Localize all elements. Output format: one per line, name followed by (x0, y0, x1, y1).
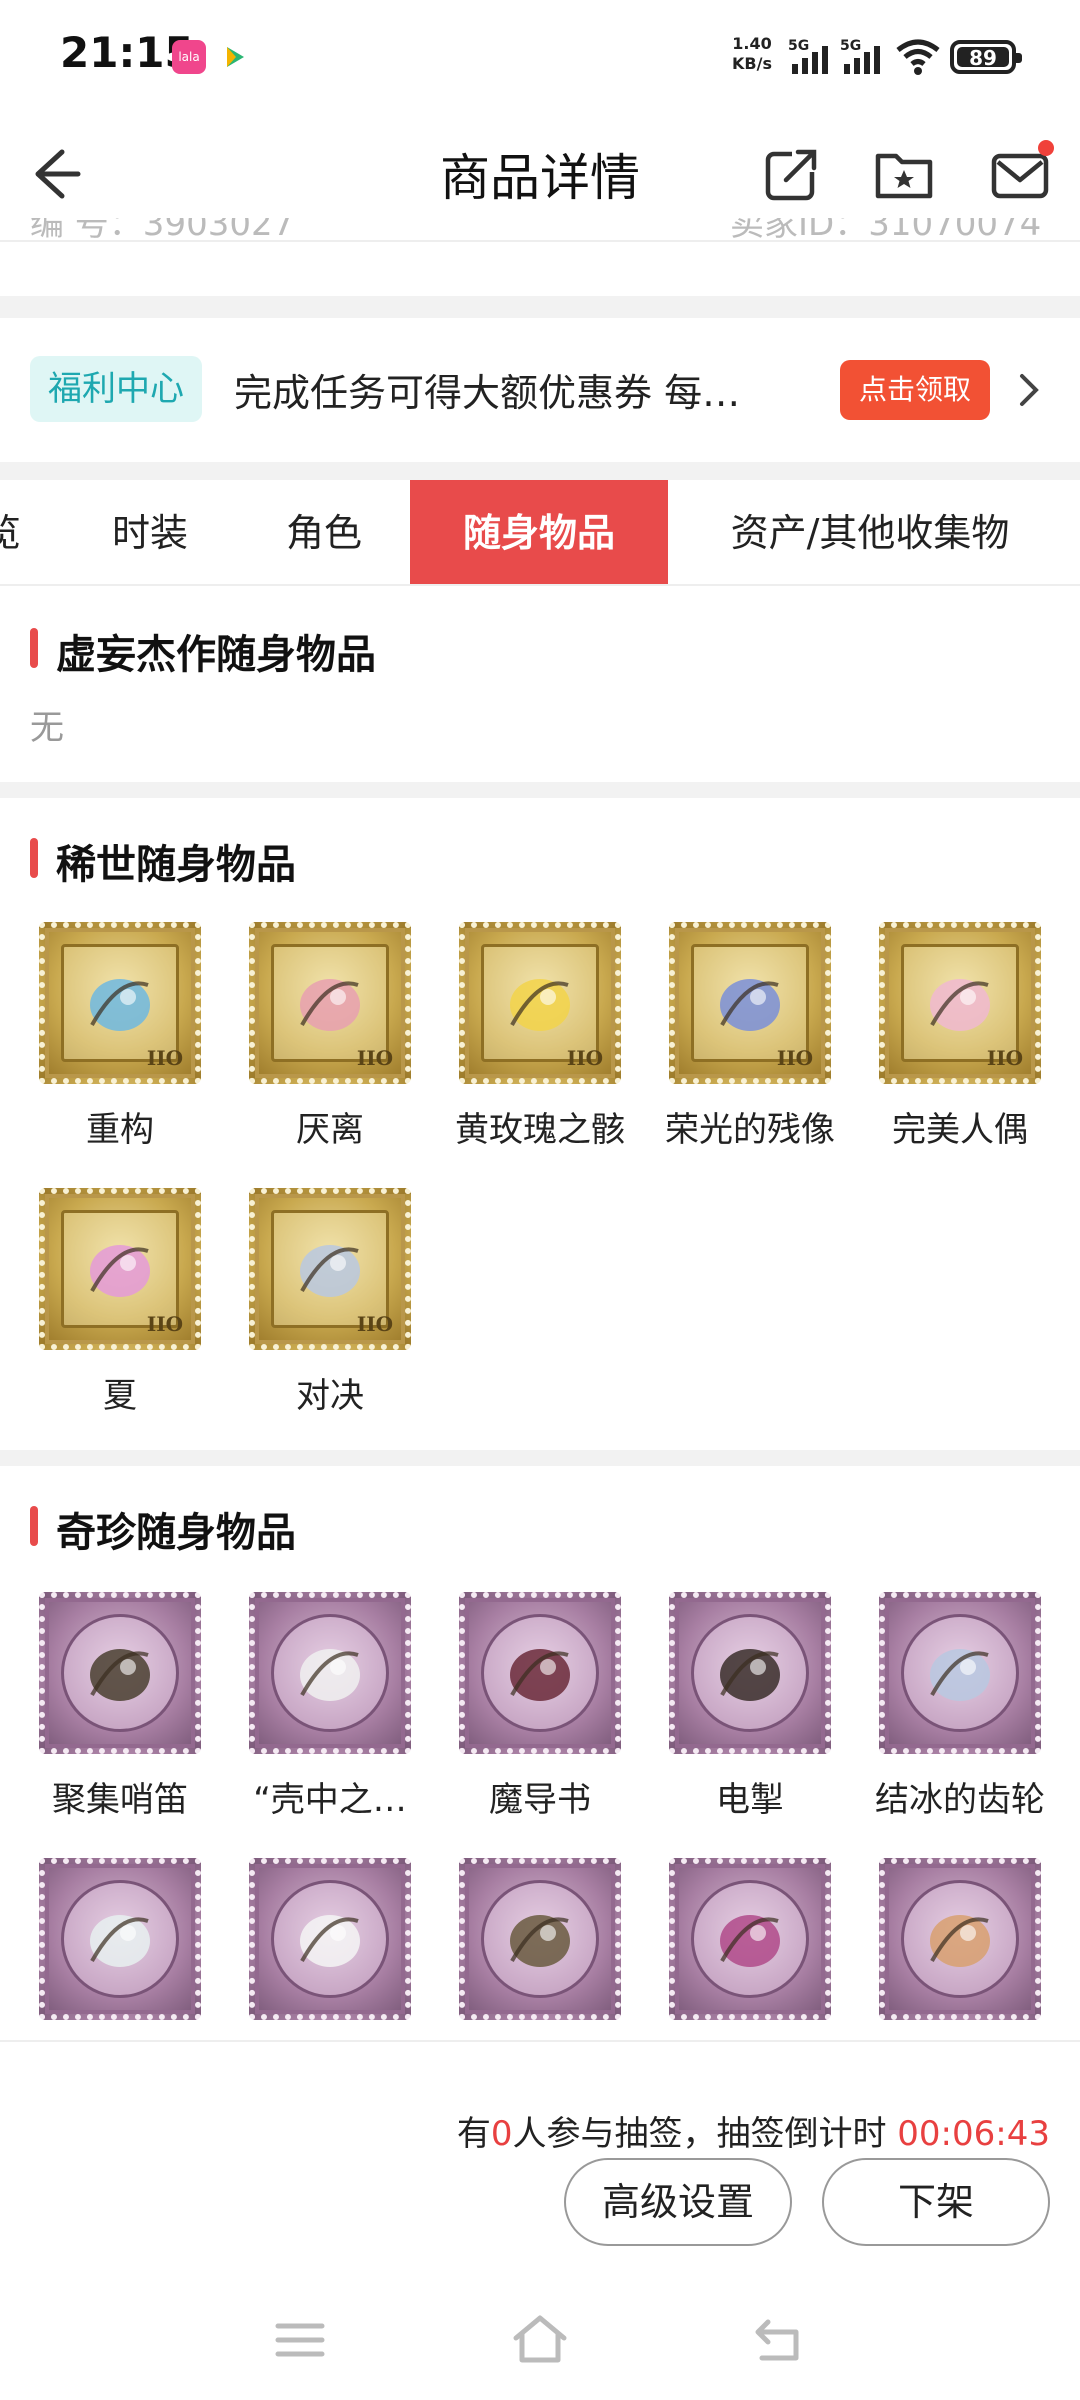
shell-stamp-icon: IIO (249, 1188, 411, 1350)
svg-text:5G: 5G (840, 38, 861, 54)
stamp-badge: IIO (776, 1046, 813, 1070)
partial-info-row: 编 号：3903027 卖家ID：31070074 (0, 218, 1080, 240)
accessory-item[interactable]: 电掣 (645, 1592, 855, 1821)
welfare-center-bar[interactable]: 福利中心 完成任务可得大额优惠券 每… 点击领取 (0, 318, 1080, 462)
section-gap (0, 1450, 1080, 1466)
divider (0, 240, 1080, 242)
item-label: 完美人偶 (892, 1110, 1028, 1150)
tab-accessories[interactable]: 随身物品 (410, 480, 668, 584)
accessory-item[interactable] (435, 1858, 645, 2020)
back-nav-icon[interactable] (748, 2308, 812, 2372)
stamp-badge: IIO (986, 1046, 1023, 1070)
thistle-stamp-icon (669, 1858, 831, 2020)
item-number-text: 编 号：3903027 (30, 218, 295, 240)
svg-text:5G: 5G (788, 38, 809, 54)
mask-stamp-icon: IIO (669, 922, 831, 1084)
white-creature-stamp-icon (249, 1592, 411, 1754)
category-tabs: 览 时装 角色 随身物品 资产/其他收集物 (0, 480, 1080, 586)
section-title-treasure: 奇珍随身物品 (30, 1500, 296, 1558)
lottery-info: 有0人参与抽签，抽签倒计时 00:06:43 (456, 2114, 1050, 2154)
accessory-item[interactable] (855, 1858, 1065, 2020)
accessory-item[interactable]: IIO 对决 (225, 1188, 435, 1417)
home-icon[interactable] (508, 2308, 572, 2372)
battery-icon: 89 (950, 40, 1022, 74)
welfare-center-tag: 福利中心 (30, 356, 202, 422)
signal-icon-2: 5G (840, 38, 880, 74)
delist-button[interactable]: 下架 (822, 2158, 1050, 2246)
wifi-icon (896, 39, 940, 75)
section-gap (0, 296, 1080, 318)
welfare-description: 完成任务可得大额优惠券 每… (234, 371, 741, 415)
section-title-rare: 稀世随身物品 (30, 832, 296, 890)
item-label: 黄玫瑰之骸 (455, 1110, 625, 1150)
yellow-rose-stamp-icon: IIO (459, 922, 621, 1084)
accessory-item[interactable]: “壳中之… (225, 1592, 435, 1821)
accessory-item[interactable] (645, 1858, 855, 2020)
lantern-stamp-icon (879, 1858, 1041, 2020)
tab-outfits[interactable]: 时装 (70, 480, 230, 584)
item-label: 厌离 (296, 1110, 364, 1150)
stamp-badge: IIO (146, 1046, 183, 1070)
item-label: “壳中之… (253, 1780, 407, 1820)
accessory-item[interactable]: IIO 夏 (15, 1188, 225, 1417)
tab-overview[interactable]: 览 (0, 480, 22, 584)
participant-count: 0 (490, 2114, 513, 2154)
stamp-badge: IIO (356, 1046, 393, 1070)
blossom-branch-stamp-icon: IIO (249, 922, 411, 1084)
empty-text: 无 (30, 708, 64, 748)
seller-id-text: 卖家ID：31070074 (730, 218, 1042, 240)
network-speed: 1.40 KB/s (732, 34, 772, 73)
lightning-stamp-icon (669, 1592, 831, 1754)
accessory-item[interactable]: IIO 完美人偶 (855, 922, 1065, 1151)
orb-stamp-icon (459, 1858, 621, 2020)
ghost-doll-stamp-icon (249, 1858, 411, 2020)
accessory-item[interactable] (225, 1858, 435, 2020)
accessory-item[interactable]: IIO 厌离 (225, 922, 435, 1151)
stamp-badge: IIO (566, 1046, 603, 1070)
status-bar: 21:15 lala 1.40 KB/s 5G 5G 89 (0, 0, 1080, 110)
accessory-item[interactable]: 聚集哨笛 (15, 1592, 225, 1821)
item-label: 夏 (103, 1376, 137, 1416)
section-title-masterpiece: 虚妄杰作随身物品 (30, 622, 376, 680)
lotus-stamp-icon: IIO (39, 1188, 201, 1350)
share-icon[interactable] (762, 144, 822, 204)
section-gap (0, 462, 1080, 480)
play-store-icon (227, 47, 244, 67)
signal-icon: 5G (788, 38, 828, 74)
accessory-item[interactable]: 魔导书 (435, 1592, 645, 1821)
favorite-folder-icon[interactable] (874, 144, 934, 204)
grimoire-stamp-icon (459, 1592, 621, 1754)
stamp-badge: IIO (356, 1312, 393, 1336)
bird-whistle-stamp-icon (39, 1592, 201, 1754)
accessory-item[interactable]: IIO 重构 (15, 922, 225, 1151)
claim-button[interactable]: 点击领取 (840, 360, 990, 420)
tab-assets-collectibles[interactable]: 资产/其他收集物 (690, 480, 1050, 584)
item-label: 聚集哨笛 (52, 1780, 188, 1820)
menu-icon[interactable] (268, 2308, 332, 2372)
accessory-item[interactable]: 结冰的齿轮 (855, 1592, 1065, 1821)
item-label: 魔导书 (489, 1780, 591, 1820)
chevron-right-icon[interactable] (1014, 370, 1044, 410)
countdown-timer: 00:06:43 (897, 2114, 1050, 2154)
item-label: 对决 (296, 1376, 364, 1416)
accessory-item[interactable] (15, 1858, 225, 2020)
system-nav-bar (0, 2290, 1080, 2390)
item-label: 荣光的残像 (665, 1110, 835, 1150)
flower-stamp-icon: IIO (39, 922, 201, 1084)
section-gap (0, 782, 1080, 798)
frozen-gear-stamp-icon (879, 1592, 1041, 1754)
accessory-item[interactable]: IIO 黄玫瑰之骸 (435, 922, 645, 1151)
accessory-item[interactable]: IIO 荣光的残像 (645, 922, 855, 1151)
doll-stamp-icon: IIO (879, 922, 1041, 1084)
item-label: 结冰的齿轮 (875, 1780, 1045, 1820)
notification-dot (1038, 140, 1054, 156)
deer-stamp-icon (39, 1858, 201, 2020)
advanced-settings-button[interactable]: 高级设置 (564, 2158, 792, 2246)
item-label: 电掣 (716, 1780, 784, 1820)
tab-characters[interactable]: 角色 (244, 480, 404, 584)
app-notification-icon: lala (172, 40, 206, 74)
item-label: 重构 (86, 1110, 154, 1150)
stamp-badge: IIO (146, 1312, 183, 1336)
